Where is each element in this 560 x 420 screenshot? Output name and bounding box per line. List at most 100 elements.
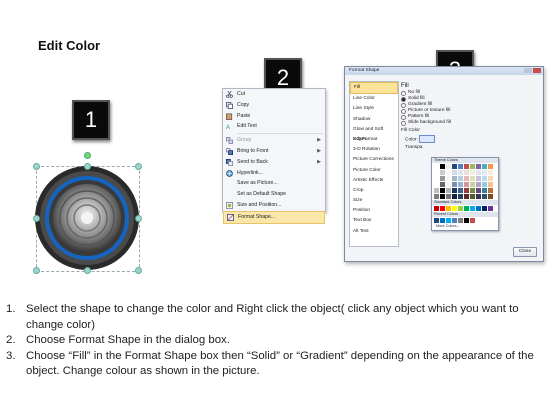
menu-item-edit-text[interactable]: A Edit Text	[223, 121, 325, 132]
color-swatch[interactable]	[464, 206, 469, 211]
color-swatch[interactable]	[458, 206, 463, 211]
color-swatch[interactable]	[470, 218, 475, 223]
menu-item-cut[interactable]: Cut	[223, 89, 325, 100]
color-swatch[interactable]	[440, 206, 445, 211]
nav-item-line-style[interactable]: Line Style	[350, 104, 398, 114]
color-swatch[interactable]	[464, 188, 469, 193]
nav-item-size[interactable]: Size	[350, 196, 398, 206]
color-swatch[interactable]	[458, 188, 463, 193]
color-picker-button[interactable]	[419, 135, 436, 143]
menu-item-group[interactable]: Group ▶	[223, 135, 325, 146]
nav-item-artistic-effects[interactable]: Artistic Effects	[350, 176, 398, 186]
color-swatch[interactable]	[482, 164, 487, 169]
color-swatch[interactable]	[488, 206, 493, 211]
nav-item-alt-text[interactable]: Alt Text	[350, 227, 398, 237]
color-swatch[interactable]	[464, 164, 469, 169]
color-swatch[interactable]	[452, 218, 457, 223]
color-swatch[interactable]	[434, 194, 439, 199]
color-swatch[interactable]	[446, 182, 451, 187]
color-swatch[interactable]	[434, 182, 439, 187]
color-swatch[interactable]	[446, 188, 451, 193]
color-swatch[interactable]	[434, 170, 439, 175]
resize-handle-tl[interactable]	[33, 163, 40, 170]
color-swatch[interactable]	[440, 170, 445, 175]
color-swatch[interactable]	[470, 170, 475, 175]
color-swatch[interactable]	[476, 176, 481, 181]
menu-item-save-as-picture[interactable]: Save as Picture...	[223, 178, 325, 189]
nav-item-glow[interactable]: Glow and Soft Edges	[350, 125, 398, 142]
color-swatch[interactable]	[488, 176, 493, 181]
resize-handle-bc[interactable]	[84, 267, 91, 274]
menu-item-paste[interactable]: Paste	[223, 111, 325, 122]
color-swatch[interactable]	[434, 206, 439, 211]
color-swatch[interactable]	[452, 164, 457, 169]
color-swatch[interactable]	[464, 182, 469, 187]
color-swatch[interactable]	[464, 194, 469, 199]
nav-item-picture-color[interactable]: Picture Color	[350, 166, 398, 176]
color-swatch[interactable]	[440, 218, 445, 223]
color-swatch[interactable]	[488, 182, 493, 187]
color-swatch[interactable]	[476, 188, 481, 193]
color-swatch[interactable]	[458, 218, 463, 223]
color-swatch[interactable]	[482, 188, 487, 193]
color-swatch[interactable]	[482, 176, 487, 181]
nav-item-position[interactable]: Position	[350, 206, 398, 216]
color-swatch[interactable]	[488, 188, 493, 193]
menu-item-bring-to-front[interactable]: Bring to Front ▶	[223, 146, 325, 157]
color-swatch[interactable]	[488, 164, 493, 169]
color-swatch[interactable]	[464, 218, 469, 223]
resize-handle-mr[interactable]	[135, 215, 142, 222]
color-swatch[interactable]	[458, 194, 463, 199]
color-swatch[interactable]	[440, 182, 445, 187]
color-swatch[interactable]	[476, 206, 481, 211]
color-swatch[interactable]	[434, 188, 439, 193]
color-swatch[interactable]	[446, 218, 451, 223]
menu-item-size-position[interactable]: Size and Position...	[223, 200, 325, 211]
rotate-handle[interactable]	[84, 152, 91, 159]
nav-item-crop[interactable]: Crop	[350, 186, 398, 196]
color-swatch[interactable]	[464, 176, 469, 181]
color-swatch[interactable]	[440, 164, 445, 169]
nav-item-3d-format[interactable]: 3-D Format	[350, 135, 398, 145]
color-swatch[interactable]	[434, 218, 439, 223]
color-swatch[interactable]	[470, 206, 475, 211]
color-swatch[interactable]	[470, 182, 475, 187]
color-swatch[interactable]	[440, 176, 445, 181]
help-button[interactable]	[524, 68, 532, 73]
color-swatch[interactable]	[446, 206, 451, 211]
color-swatch[interactable]	[476, 194, 481, 199]
nav-item-text-box[interactable]: Text Box	[350, 216, 398, 226]
color-swatch[interactable]	[470, 194, 475, 199]
menu-item-format-shape[interactable]: Format Shape...	[223, 210, 325, 224]
color-swatch[interactable]	[464, 170, 469, 175]
close-window-button[interactable]	[533, 68, 541, 73]
nav-item-3d-rotation[interactable]: 3-D Rotation	[350, 145, 398, 155]
color-swatch[interactable]	[458, 182, 463, 187]
color-swatch[interactable]	[446, 170, 451, 175]
resize-handle-tr[interactable]	[135, 163, 142, 170]
resize-handle-br[interactable]	[135, 267, 142, 274]
color-swatch[interactable]	[482, 170, 487, 175]
color-swatch[interactable]	[452, 194, 457, 199]
color-swatch[interactable]	[446, 164, 451, 169]
color-swatch[interactable]	[476, 164, 481, 169]
color-swatch[interactable]	[440, 188, 445, 193]
color-swatch[interactable]	[458, 176, 463, 181]
color-swatch[interactable]	[482, 194, 487, 199]
selected-shape[interactable]	[26, 152, 146, 278]
color-swatch[interactable]	[488, 170, 493, 175]
color-swatch[interactable]	[488, 194, 493, 199]
menu-item-send-to-back[interactable]: Send to Back ▶	[223, 157, 325, 168]
color-swatch[interactable]	[452, 182, 457, 187]
nav-item-fill[interactable]: Fill	[350, 82, 398, 95]
color-swatch[interactable]	[452, 170, 457, 175]
color-swatch[interactable]	[476, 170, 481, 175]
radio-slide-background-fill[interactable]: Slide background fill	[401, 120, 539, 126]
nav-item-picture-corrections[interactable]: Picture Corrections	[350, 155, 398, 165]
color-swatch[interactable]	[482, 206, 487, 211]
resize-handle-ml[interactable]	[33, 215, 40, 222]
color-swatch[interactable]	[470, 188, 475, 193]
close-button[interactable]: Close	[513, 247, 537, 257]
color-swatch[interactable]	[440, 194, 445, 199]
concentric-circle-shape[interactable]	[26, 158, 146, 278]
